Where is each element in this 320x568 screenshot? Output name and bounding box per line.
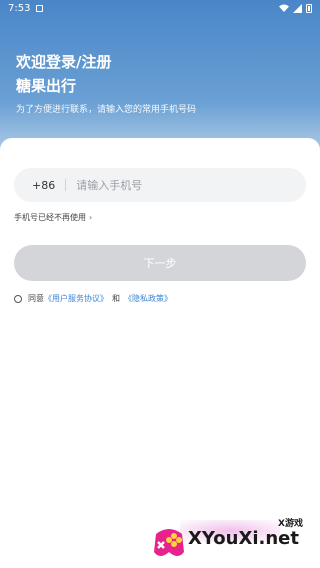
phone-input[interactable] bbox=[76, 178, 267, 192]
header-subtitle: 为了方便进行联系，请输入您的常用手机号码 bbox=[16, 105, 197, 115]
next-step-button[interactable]: 下一步 bbox=[14, 245, 306, 281]
login-card: +86 手机号已经不再使用 › 下一步 同意 《用户服务协议》 和 《隐私政策》 bbox=[0, 138, 320, 568]
phone-field: +86 bbox=[14, 168, 306, 202]
chevron-right-icon: › bbox=[89, 213, 93, 222]
agree-radio[interactable] bbox=[14, 294, 22, 303]
agree-prefix: 同意 bbox=[28, 294, 44, 303]
gamepad-logo-icon bbox=[154, 529, 184, 556]
field-divider bbox=[65, 179, 67, 191]
watermark: X游戏 XYouXi.net bbox=[150, 512, 320, 568]
number-no-longer-used-label: 手机号已经不再使用 bbox=[14, 213, 86, 222]
header: 欢迎登录/注册 糖果出行 为了方便进行联系，请输入您的常用手机号码 bbox=[16, 52, 196, 116]
notification-icon bbox=[36, 4, 44, 12]
privacy-policy-link[interactable]: 《隐私政策》 bbox=[124, 293, 172, 304]
welcome-title: 欢迎登录/注册 bbox=[16, 53, 112, 71]
status-bar: 7:53 bbox=[0, 0, 320, 16]
user-agreement-link[interactable]: 《用户服务协议》 bbox=[44, 293, 108, 304]
wifi-icon bbox=[279, 4, 289, 12]
number-no-longer-used-link[interactable]: 手机号已经不再使用 › bbox=[14, 212, 92, 223]
status-time: 7:53 bbox=[8, 2, 31, 14]
agreement-row: 同意 《用户服务协议》 和 《隐私政策》 bbox=[14, 293, 172, 304]
country-code-selector[interactable]: +86 bbox=[32, 179, 55, 192]
watermark-en: XYouXi.net bbox=[188, 528, 299, 549]
app-name: 糖果出行 bbox=[16, 77, 77, 95]
agree-conjunction: 和 bbox=[112, 294, 120, 303]
signal-icon bbox=[293, 3, 302, 13]
battery-icon bbox=[306, 3, 312, 13]
